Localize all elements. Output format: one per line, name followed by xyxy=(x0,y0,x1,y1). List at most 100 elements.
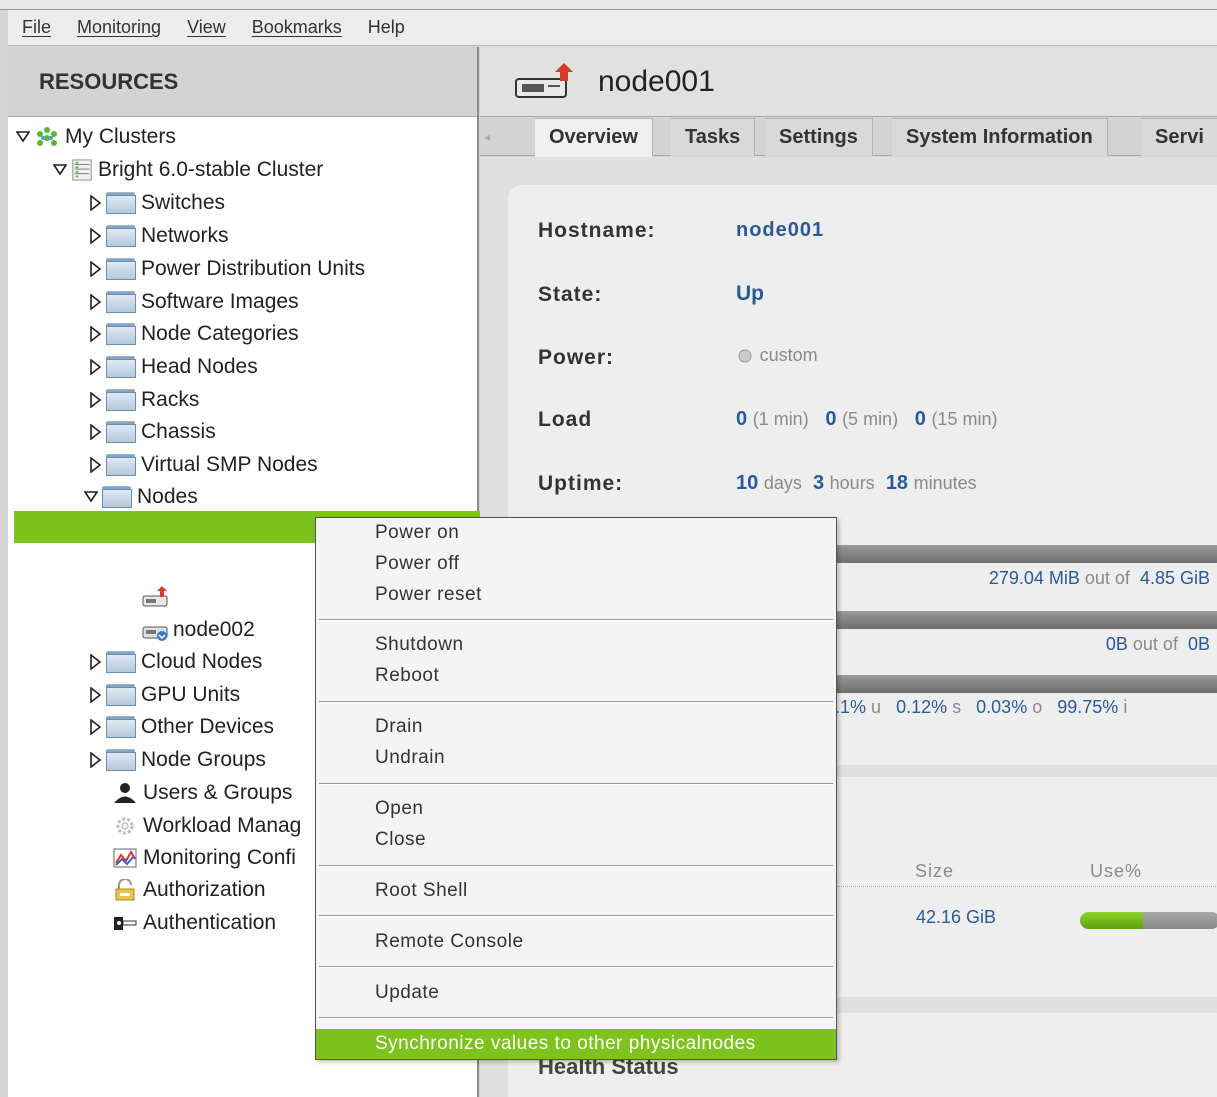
collapsed-arrow-icon[interactable] xyxy=(88,392,102,408)
cpu-user-unit: u xyxy=(871,697,882,717)
collapsed-arrow-icon[interactable] xyxy=(88,195,102,211)
collapsed-arrow-icon[interactable] xyxy=(88,719,102,735)
load-1: 0 xyxy=(736,408,748,430)
node-up-icon xyxy=(142,586,168,607)
expanded-arrow-icon[interactable] xyxy=(53,162,67,178)
tree-item-nodes[interactable]: Nodes xyxy=(84,481,198,513)
tree-item-switches[interactable]: Switches xyxy=(88,187,225,219)
folder-icon xyxy=(106,421,136,443)
tree-item-node001[interactable]: node001 xyxy=(142,581,255,613)
menu-help[interactable]: Help xyxy=(368,17,405,38)
user-icon xyxy=(114,783,136,803)
collapsed-arrow-icon[interactable] xyxy=(88,326,102,342)
tree-item-label: Cloud Nodes xyxy=(141,650,263,673)
menu-item-open[interactable]: Open xyxy=(316,794,836,824)
menu-item-undrain[interactable]: Undrain xyxy=(316,743,836,773)
cpu-text: .1% u 0.12% s 0.03% o 99.75% i xyxy=(835,697,1127,718)
collapsed-arrow-icon[interactable] xyxy=(88,359,102,375)
tree-item-node-groups[interactable]: Node Groups xyxy=(88,744,266,776)
tab-overview[interactable]: Overview xyxy=(535,118,653,157)
tree-item-label: Chassis xyxy=(141,420,216,443)
menu-view[interactable]: View xyxy=(187,17,226,38)
menu-bookmarks[interactable]: Bookmarks xyxy=(252,17,342,38)
menu-item-synchronize-values[interactable]: Synchronize values to other physicalnode… xyxy=(316,1029,836,1059)
folder-icon xyxy=(106,454,136,476)
menu-monitoring[interactable]: Monitoring xyxy=(77,17,161,38)
menu-item-update[interactable]: Update xyxy=(316,978,836,1008)
uptime-days: 10 xyxy=(736,472,759,494)
cpu-other: 0.03% xyxy=(976,697,1028,717)
tree-item-label: Racks xyxy=(141,388,200,411)
menu-item-drain[interactable]: Drain xyxy=(316,712,836,742)
tree-item-software-images[interactable]: Software Images xyxy=(88,286,299,318)
swap-total: 0B xyxy=(1187,634,1210,654)
menu-item-shutdown[interactable]: Shutdown xyxy=(316,630,836,660)
collapsed-arrow-icon[interactable] xyxy=(88,687,102,703)
tree-item-my-clusters[interactable]: My Clusters xyxy=(16,121,176,153)
tree-item-virtual-smp-nodes[interactable]: Virtual SMP Nodes xyxy=(88,449,318,481)
tree-item-workload-manager[interactable]: Workload Manag xyxy=(112,810,301,842)
node-up-icon xyxy=(515,62,573,98)
tree-item-gpu-units[interactable]: GPU Units xyxy=(88,679,240,711)
node-header: node001 xyxy=(480,47,1217,117)
tree-item-label: node001 xyxy=(173,585,255,608)
collapsed-arrow-icon[interactable] xyxy=(88,654,102,670)
collapsed-arrow-icon[interactable] xyxy=(88,294,102,310)
key-icon xyxy=(114,917,137,930)
collapsed-arrow-icon[interactable] xyxy=(88,457,102,473)
tree-item-other-devices[interactable]: Other Devices xyxy=(88,711,274,743)
swap-text: 0B out of 0B xyxy=(1106,634,1210,655)
tab-tasks[interactable]: Tasks xyxy=(671,118,756,156)
disk-use-header: Use% xyxy=(1090,861,1143,881)
tree-item-networks[interactable]: Networks xyxy=(88,220,229,252)
tree-item-cloud-nodes[interactable]: Cloud Nodes xyxy=(88,646,262,678)
expanded-arrow-icon[interactable] xyxy=(16,129,30,145)
tree-item-chassis[interactable]: Chassis xyxy=(88,416,216,448)
tree-item-node002[interactable]: node002 xyxy=(142,614,255,646)
tab-system-information[interactable]: System Information xyxy=(892,118,1108,156)
tree-item-monitoring-config[interactable]: Monitoring Confi xyxy=(112,842,296,874)
menu-item-power-off[interactable]: Power off xyxy=(316,549,836,579)
uptime-hours: 3 xyxy=(812,472,825,494)
tree-item-label: Networks xyxy=(141,224,229,247)
menu-item-power-on[interactable]: Power on xyxy=(316,518,836,548)
tab-services[interactable]: Servi xyxy=(1141,118,1217,156)
collapsed-arrow-icon[interactable] xyxy=(88,424,102,440)
tree-item-label: Users & Groups xyxy=(143,781,293,804)
menu-item-reboot[interactable]: Reboot xyxy=(316,661,836,691)
power-value-text: custom xyxy=(759,345,818,365)
tree-item-pdus[interactable]: Power Distribution Units xyxy=(88,253,365,285)
memory-total: 4.85 GiB xyxy=(1139,568,1210,588)
tree-item-head-nodes[interactable]: Head Nodes xyxy=(88,351,258,383)
tree-item-node-categories[interactable]: Node Categories xyxy=(88,318,299,350)
swap-out-of: out of xyxy=(1132,634,1178,654)
tree-item-users-groups[interactable]: Users & Groups xyxy=(112,777,292,809)
menu-item-power-reset[interactable]: Power reset xyxy=(316,580,836,610)
tree-item-label: Authentication xyxy=(143,911,277,934)
menu-item-close[interactable]: Close xyxy=(316,825,836,855)
load-15-unit: (15 min) xyxy=(931,409,998,429)
tree-item-racks[interactable]: Racks xyxy=(88,384,199,416)
uptime-minutes: 18 xyxy=(885,472,909,494)
menu-item-remote-console[interactable]: Remote Console xyxy=(316,927,836,957)
collapsed-arrow-icon[interactable] xyxy=(88,752,102,768)
tree-item-label: Power Distribution Units xyxy=(141,257,366,280)
tree-item-authentication[interactable]: Authentication xyxy=(112,907,276,939)
chart-icon xyxy=(113,848,137,868)
load-label: Load xyxy=(538,408,593,431)
folder-icon xyxy=(106,258,136,280)
state-value: Up xyxy=(736,282,764,305)
tab-scroll-left-icon[interactable]: ◂ xyxy=(480,118,530,156)
folder-icon xyxy=(106,684,136,706)
tree-item-cluster[interactable]: Bright 6.0-stable Cluster xyxy=(53,154,323,186)
collapsed-arrow-icon[interactable] xyxy=(88,261,102,277)
tree-item-authorization[interactable]: Authorization xyxy=(112,874,266,906)
tree-item-label: Head Nodes xyxy=(141,355,258,378)
menu-file[interactable]: File xyxy=(22,17,51,38)
tab-settings[interactable]: Settings xyxy=(765,118,873,156)
menu-item-root-shell[interactable]: Root Shell xyxy=(316,876,836,906)
uptime-label: Uptime: xyxy=(538,472,624,495)
expanded-arrow-icon[interactable] xyxy=(84,489,98,505)
uptime-hours-unit: hours xyxy=(829,473,875,493)
collapsed-arrow-icon[interactable] xyxy=(88,228,102,244)
